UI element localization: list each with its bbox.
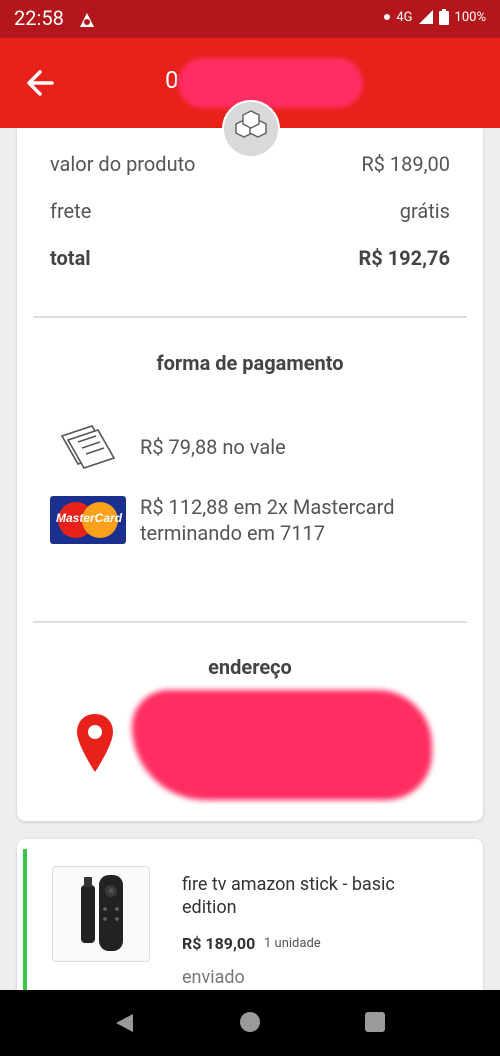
status-time: 22:58 xyxy=(14,6,64,30)
voucher-icon xyxy=(60,425,116,469)
nav-home-icon[interactable] xyxy=(240,1012,260,1032)
divider xyxy=(33,316,467,318)
total-amount: R$ 192,76 xyxy=(358,246,450,270)
product-quantity: 1 unidade xyxy=(264,936,321,951)
product-value-row: valor do produto R$ 189,00 xyxy=(50,152,450,176)
system-nav-bar xyxy=(0,990,500,1056)
fire-tv-stick-image xyxy=(81,875,123,951)
shipping-label: frete xyxy=(50,199,92,223)
divider xyxy=(33,621,467,623)
product-title: fire tv amazon stick - basic edition xyxy=(182,874,395,918)
dot-icon xyxy=(384,14,391,20)
product-status: enviado xyxy=(182,967,245,988)
card-payment-line2: terminando em 7117 xyxy=(140,521,326,545)
nav-recents-icon[interactable] xyxy=(365,1012,385,1032)
nav-back-icon[interactable] xyxy=(113,1012,135,1034)
card-payment-text: R$ 112,88 em 2x Mastercard terminando em… xyxy=(140,494,394,546)
payment-section-title: forma de pagamento xyxy=(156,351,344,375)
mastercard-label: MasterCard xyxy=(56,511,123,525)
boxes-icon xyxy=(235,110,267,138)
back-arrow-icon[interactable] xyxy=(22,63,62,103)
product-image xyxy=(52,866,150,962)
total-row: total R$ 192,76 xyxy=(50,246,450,270)
mastercard-logo: MasterCard xyxy=(50,496,126,544)
boxes-badge xyxy=(222,100,280,158)
network-label: 4G xyxy=(396,9,413,25)
redacted-title xyxy=(178,58,363,108)
product-price: R$ 189,00 xyxy=(182,934,256,953)
product-value-amount: R$ 189,00 xyxy=(361,152,450,176)
page-title: 0 xyxy=(165,66,179,94)
shipping-amount: grátis xyxy=(399,199,450,223)
redacted-address xyxy=(132,690,432,800)
voucher-payment-text: R$ 79,88 no vale xyxy=(140,435,286,459)
shipping-row: frete grátis xyxy=(50,199,450,223)
status-indicators: 4G 100% xyxy=(384,9,486,25)
signal-icon xyxy=(418,10,433,24)
status-bar: 22:58 4G 100% xyxy=(0,0,500,38)
address-section-title: endereço xyxy=(208,655,292,679)
card-payment-line1: R$ 112,88 em 2x Mastercard xyxy=(140,495,395,519)
battery-label: 100% xyxy=(454,9,486,25)
shipped-status-bar xyxy=(23,849,27,999)
battery-icon xyxy=(438,9,449,25)
location-pin-icon xyxy=(77,714,113,772)
product-value-label: valor do produto xyxy=(50,152,196,176)
total-label: total xyxy=(50,246,91,270)
notification-icon xyxy=(80,13,94,27)
